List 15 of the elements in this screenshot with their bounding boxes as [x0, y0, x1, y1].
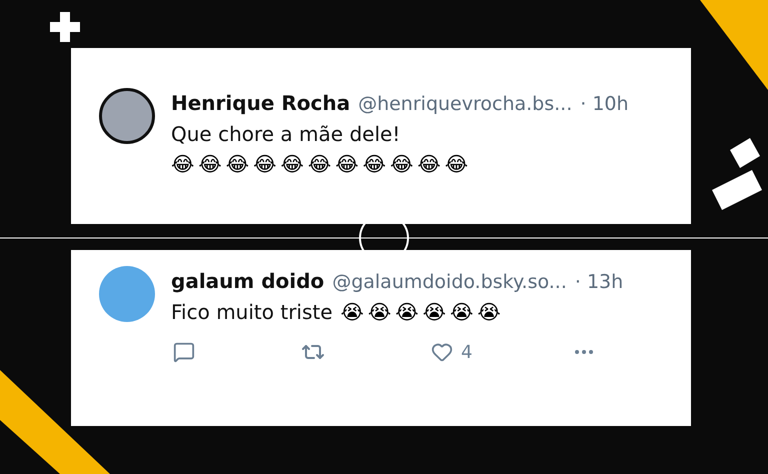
post-time: · 10h: [580, 92, 629, 117]
like-icon[interactable]: [431, 341, 453, 363]
post-text: Fico muito triste: [171, 298, 333, 326]
post-text: Que chore a mãe dele!: [171, 120, 402, 148]
emoji-text: 😂😂😂😂😂😂😂😂😂😂😂: [171, 150, 474, 178]
author-handle: @henriquevrocha.bs...: [358, 92, 572, 117]
like-count: 4: [461, 340, 472, 364]
post-time: · 13h: [574, 270, 624, 295]
block-shapes: [712, 138, 762, 210]
emoji-text: 😭😭😭😭😭😭: [340, 298, 505, 326]
author-handle: @galaumdoido.bsky.so...: [332, 270, 567, 295]
author-name: galaum doido: [171, 268, 324, 295]
plus-shape: [50, 12, 80, 42]
reply-icon[interactable]: [173, 341, 195, 363]
author-name: Henrique Rocha: [171, 90, 350, 117]
